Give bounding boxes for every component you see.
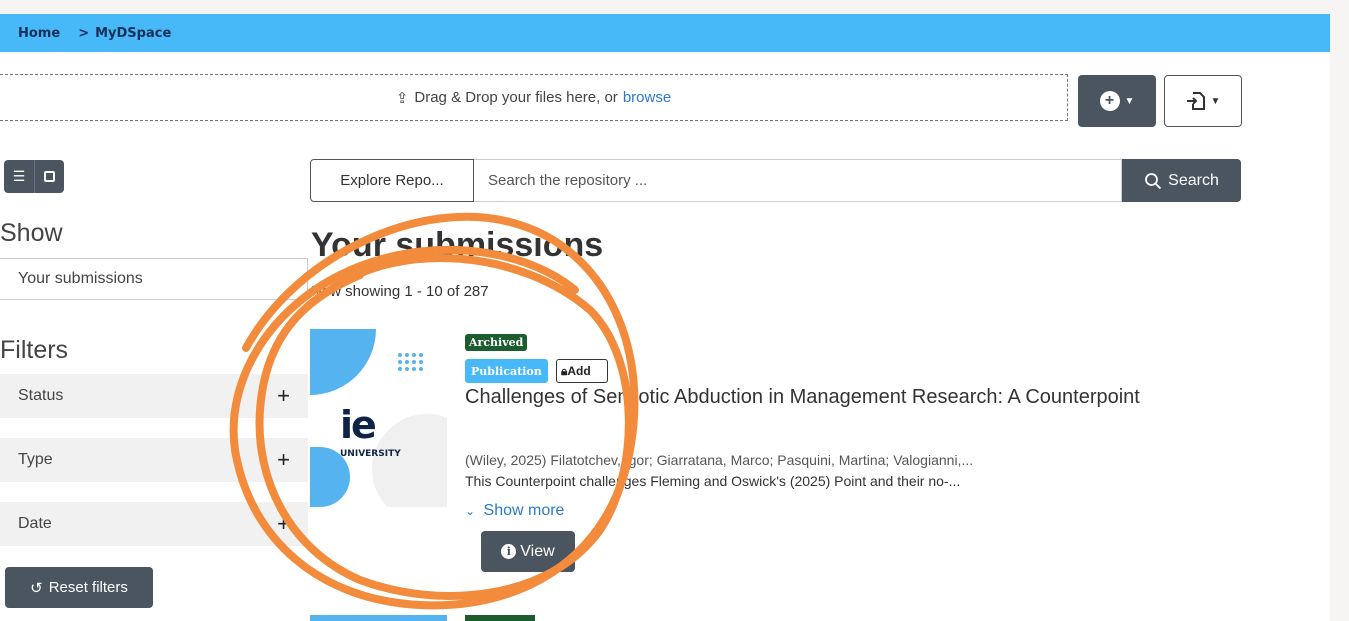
search-button-label: Search: [1168, 171, 1219, 189]
thumbnail-bg-shape: [372, 414, 447, 507]
add-new-button[interactable]: + ▼: [1078, 75, 1156, 127]
configuration-select-value: Your submissions: [18, 270, 143, 287]
search-placeholder: Search the repository ...: [488, 172, 648, 189]
filters-heading: Filters: [0, 336, 69, 364]
plus-icon[interactable]: +: [277, 447, 290, 473]
chevron-down-icon: ⌄: [465, 504, 476, 518]
search-scope-label: Explore Repo...: [340, 172, 444, 189]
facet-label: Status: [18, 387, 64, 404]
file-dropzone[interactable]: ⇪ Drag & Drop your files here, or browse: [0, 74, 1068, 121]
plus-circle-icon: +: [1099, 91, 1120, 111]
chevron-down-icon: ⌄: [294, 271, 305, 286]
grid-view-button[interactable]: [34, 160, 64, 193]
ie-university-logo-text: UNIVERSITY: [340, 449, 401, 459]
extra-badge-label: Add: [567, 364, 591, 378]
plus-icon[interactable]: +: [277, 383, 290, 409]
list-icon: ☰: [12, 168, 26, 184]
dropzone-text: Drag & Drop your files here, or: [414, 89, 618, 106]
next-item-badge: [465, 615, 535, 621]
show-more-label: Show more: [483, 502, 565, 519]
breadcrumb: Home > MyDSpace: [0, 14, 1330, 52]
facet-date[interactable]: Date +: [0, 502, 308, 546]
extra-badge: 🔒︎ Add: [556, 359, 608, 383]
page: Home > MyDSpace ⇪ Drag & Drop your files…: [0, 14, 1330, 621]
square-icon: [44, 171, 55, 182]
ie-university-logo: ie: [340, 403, 377, 447]
thumbnail-shape-top: [310, 329, 376, 395]
caret-down-icon: ▼: [1210, 95, 1221, 107]
browse-link[interactable]: browse: [623, 89, 671, 106]
configuration-select[interactable]: Your submissions ⌄: [0, 258, 308, 300]
next-item-thumbnail: [310, 615, 447, 621]
breadcrumb-home[interactable]: Home: [18, 26, 60, 41]
view-button-label: View: [520, 542, 555, 560]
plus-icon[interactable]: +: [277, 511, 290, 537]
facet-label: Date: [18, 515, 52, 532]
breadcrumb-current: MyDSpace: [95, 25, 172, 41]
item-thumbnail[interactable]: ie UNIVERSITY: [310, 329, 447, 507]
file-import-icon: [1186, 92, 1205, 110]
facet-label: Type: [18, 451, 53, 468]
item-authors: (Wiley, 2025) Filatotchev, Igor; Giarrat…: [465, 452, 974, 468]
info-icon: i: [501, 544, 517, 559]
search-icon: [1145, 172, 1162, 189]
reset-filters-button[interactable]: ↺ Reset filters: [5, 567, 153, 608]
item-abstract: This Counterpoint challenges Fleming and…: [465, 473, 961, 489]
search-input[interactable]: Search the repository ...: [474, 159, 1122, 202]
upload-icon: ⇪: [395, 89, 409, 107]
reset-filters-label: Reset filters: [48, 579, 128, 596]
show-more-link[interactable]: ⌄ Show more: [465, 502, 564, 520]
facet-status[interactable]: Status +: [0, 374, 308, 418]
list-view-button[interactable]: ☰: [4, 160, 34, 193]
search-form: Explore Repo... Search the repository ..…: [310, 159, 1241, 202]
view-button[interactable]: i View: [481, 531, 575, 572]
result-count: Now showing 1 - 10 of 287: [311, 283, 489, 300]
breadcrumb-separator: >: [78, 25, 90, 41]
search-scope-button[interactable]: Explore Repo...: [310, 159, 474, 202]
item-title-link[interactable]: Challenges of Semiotic Abduction in Mana…: [465, 385, 1165, 410]
status-badge: Archived: [465, 334, 528, 351]
thumbnail-dots: [398, 353, 423, 371]
undo-icon: ↺: [30, 579, 43, 597]
caret-down-icon: ▼: [1124, 95, 1135, 107]
facet-type[interactable]: Type +: [0, 438, 308, 482]
type-badge: Publication: [465, 359, 548, 383]
show-heading: Show: [0, 219, 63, 247]
page-title: Your submissions: [311, 226, 604, 264]
search-button[interactable]: Search: [1122, 159, 1241, 202]
import-button[interactable]: ▼: [1164, 75, 1242, 127]
view-mode-toggle: ☰: [4, 160, 64, 193]
